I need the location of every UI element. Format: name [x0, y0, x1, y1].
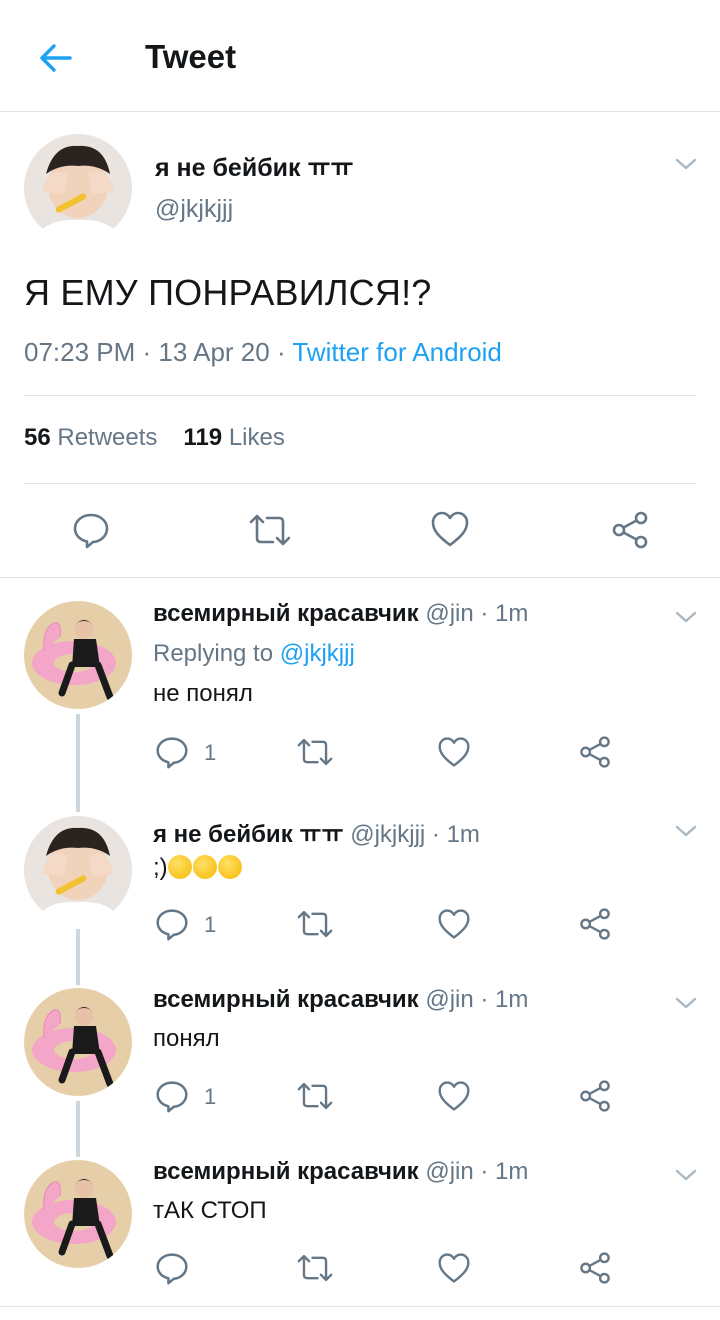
- share-icon[interactable]: [578, 1251, 612, 1285]
- likes-stat[interactable]: 119 Likes: [183, 424, 284, 452]
- share-icon[interactable]: [578, 1079, 612, 1113]
- reply-count: 1: [204, 1084, 217, 1109]
- back-arrow-icon[interactable]: [36, 38, 76, 78]
- chevron-down-icon[interactable]: [674, 995, 698, 1011]
- reply-icon[interactable]: [155, 735, 189, 769]
- reply-text: тАК СТОП: [153, 1197, 267, 1224]
- chevron-down-icon[interactable]: [674, 156, 698, 172]
- reply-time: 1m: [495, 600, 529, 627]
- divider: [0, 1306, 720, 1307]
- reply-author-name[interactable]: всемирный красавчик: [153, 986, 419, 1013]
- reply-header: всемирный красавчик @jin · 1m: [153, 600, 529, 627]
- tweet-source-link[interactable]: Twitter for Android: [292, 337, 502, 367]
- avatar[interactable]: [24, 1160, 132, 1268]
- tweet-stats: 56 Retweets 119 Likes: [24, 424, 311, 452]
- like-heart-icon[interactable]: [437, 1252, 471, 1284]
- reply-author-handle[interactable]: @jin: [425, 600, 473, 627]
- reply-icon[interactable]: [155, 1079, 189, 1113]
- like-heart-icon[interactable]: [437, 908, 471, 940]
- like-heart-icon[interactable]: [430, 510, 470, 548]
- reply-author-handle[interactable]: @jin: [425, 1158, 473, 1185]
- reply-count: 1: [204, 912, 217, 937]
- chevron-down-icon[interactable]: [674, 823, 698, 839]
- reply-header: всемирный красавчик @jin · 1m: [153, 986, 529, 1013]
- share-icon[interactable]: [578, 735, 612, 769]
- retweets-count: 56: [24, 424, 51, 451]
- divider: [24, 483, 696, 484]
- chevron-down-icon[interactable]: [674, 1167, 698, 1183]
- tweet-meta: 07:23 PM · 13 Apr 20 · Twitter for Andro…: [24, 337, 502, 368]
- retweets-label: Retweets: [57, 424, 158, 451]
- kissing-face-emoji-icon: [217, 855, 242, 879]
- meta-separator: ·: [135, 337, 159, 367]
- reply-icon[interactable]: [155, 907, 189, 941]
- avatar[interactable]: [24, 134, 132, 242]
- author-name[interactable]: я не бейбик ㅠㅠ: [155, 148, 353, 184]
- top-bar: Tweet: [0, 0, 720, 112]
- avatar[interactable]: [24, 816, 132, 924]
- kissing-face-emoji-icon: [167, 855, 192, 879]
- like-heart-icon[interactable]: [437, 736, 471, 768]
- replying-to: Replying to @jkjkjjj: [153, 640, 355, 668]
- likes-count: 119: [183, 424, 223, 451]
- reply-time: 1m: [446, 821, 480, 848]
- retweets-stat[interactable]: 56 Retweets: [24, 424, 157, 452]
- reply-time: 1m: [495, 1158, 529, 1185]
- kissing-face-emoji-icon: [192, 855, 217, 879]
- avatar[interactable]: [24, 988, 132, 1096]
- reply-header: всемирный красавчик @jin · 1m: [153, 1158, 529, 1185]
- tweet-time: 07:23 PM: [24, 337, 136, 367]
- thread-line: [76, 714, 80, 812]
- likes-label: Likes: [228, 424, 285, 451]
- reply-author-name[interactable]: я не бейбик ㅠㅠ: [153, 821, 344, 848]
- reply-header: я не бейбик ㅠㅠ @jkjkjjj · 1m: [153, 821, 480, 848]
- avatar[interactable]: [24, 601, 132, 709]
- reply-text: не понял: [153, 680, 253, 707]
- retweet-icon[interactable]: [295, 1251, 335, 1285]
- share-icon[interactable]: [610, 510, 650, 550]
- thread-line: [76, 1101, 80, 1157]
- tweet-text: Я ЕМУ ПОНРАВИЛСЯ!?: [24, 272, 432, 313]
- divider: [24, 395, 696, 396]
- reply-time: 1m: [495, 986, 529, 1013]
- reply-text-content: ;): [153, 854, 168, 881]
- reply-text: понял: [153, 1025, 220, 1052]
- tweet-date: 13 Apr 20: [158, 337, 270, 367]
- retweet-icon[interactable]: [247, 510, 293, 550]
- replying-to-mention[interactable]: @jkjkjjj: [280, 640, 355, 667]
- thread-line: [76, 929, 80, 985]
- reply-icon[interactable]: [155, 1251, 189, 1285]
- reply-text: ;): [153, 854, 243, 882]
- retweet-icon[interactable]: [295, 735, 335, 769]
- reply-icon[interactable]: [72, 511, 110, 549]
- meta-separator: ·: [269, 337, 293, 367]
- retweet-icon[interactable]: [295, 1079, 335, 1113]
- author-handle[interactable]: @jkjkjjj: [155, 195, 233, 224]
- chevron-down-icon[interactable]: [674, 609, 698, 625]
- reply-count: 1: [204, 740, 217, 765]
- divider: [0, 577, 720, 578]
- reply-author-name[interactable]: всемирный красавчик: [153, 1158, 419, 1185]
- reply-author-name[interactable]: всемирный красавчик: [153, 600, 419, 627]
- like-heart-icon[interactable]: [437, 1080, 471, 1112]
- reply-author-handle[interactable]: @jin: [425, 986, 473, 1013]
- page-title: Tweet: [145, 38, 237, 75]
- reply-author-handle[interactable]: @jkjkjjj: [350, 821, 425, 848]
- retweet-icon[interactable]: [295, 907, 335, 941]
- replying-to-label: Replying to: [153, 640, 274, 667]
- share-icon[interactable]: [578, 907, 612, 941]
